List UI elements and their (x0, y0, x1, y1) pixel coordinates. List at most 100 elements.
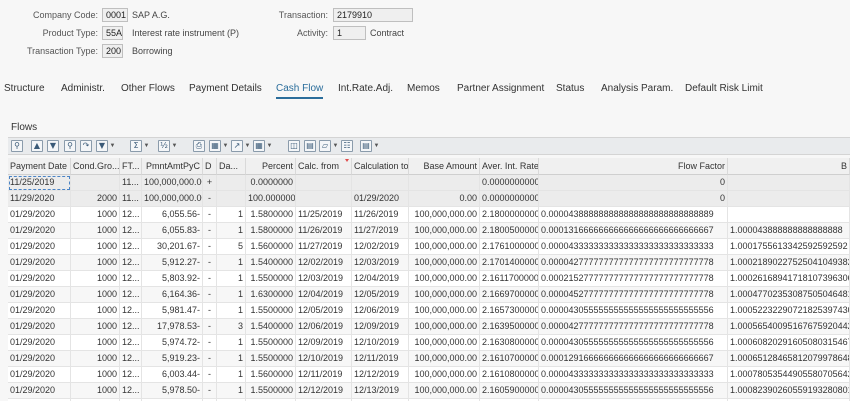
cell-flow-type[interactable]: 12... (120, 271, 142, 287)
tab-payment-details[interactable]: Payment Details (189, 83, 262, 94)
cell-pmnt-amt[interactable]: 30,201.67- (142, 239, 203, 255)
cell-percent[interactable]: 1.5500000 (246, 335, 296, 351)
cell-aver-int-rate[interactable]: 2.1610700000 (480, 351, 539, 367)
graphic-icon[interactable]: ▤ (304, 140, 316, 152)
cell-cond-group[interactable]: 1000 (71, 351, 120, 367)
cell-pmnt-amt[interactable]: 5,803.92- (142, 271, 203, 287)
cell-cond-group[interactable]: 1000 (71, 335, 120, 351)
cell-cond-group[interactable]: 1000 (71, 223, 120, 239)
cell-payment-date[interactable]: 01/29/2020 (8, 319, 71, 335)
table-row[interactable]: 01/29/2020 1000 12... 6,055.83- -1 1.5800000 1… (8, 223, 850, 239)
cell-flow-type[interactable]: 12... (120, 383, 142, 399)
cell-days[interactable]: 1 (217, 335, 246, 351)
table-row[interactable]: 01/29/2020 1000 12... 17,978.53- -3 1.5400000… (8, 319, 850, 335)
cell-calc-from[interactable]: 12/09/2019 (296, 335, 352, 351)
cell-calc-from[interactable]: 12/04/2019 (296, 287, 352, 303)
cell-percent[interactable]: 100.0000000 (246, 191, 296, 207)
cell-b[interactable] (728, 191, 850, 207)
cell-direction[interactable]: - (203, 207, 217, 223)
cell-days[interactable]: 1 (217, 271, 246, 287)
cell-flow-factor[interactable]: 0 (539, 175, 728, 191)
cell-percent[interactable]: 1.5500000 (246, 303, 296, 319)
col-aver-int-rate[interactable]: Aver. Int. Rate (480, 158, 539, 175)
cell-cond-group[interactable]: 1000 (71, 271, 120, 287)
cell-flow-factor[interactable]: 0.000042777777777777777777777777778 (539, 255, 728, 271)
col-pmnt-amt[interactable]: PmntAmtPyC (142, 158, 203, 175)
cell-base-amount[interactable]: 100,000,000.00 (409, 367, 480, 383)
cell-calc-from[interactable] (296, 175, 352, 191)
cell-flow-type[interactable]: 12... (120, 319, 142, 335)
cell-payment-date[interactable]: 01/29/2020 (8, 383, 71, 399)
cell-b[interactable]: 1.000780535449055807056427 (728, 367, 850, 383)
product-type-field[interactable]: 55A (102, 26, 123, 40)
export-dropdown-icon[interactable]: ▼ (244, 141, 251, 151)
cell-calc-to[interactable]: 12/05/2019 (352, 287, 409, 303)
cell-payment-date[interactable]: 01/29/2020 (8, 287, 71, 303)
cell-cond-group[interactable]: 1000 (71, 255, 120, 271)
cell-b[interactable]: 1.000565400951676759204426 (728, 319, 850, 335)
cell-base-amount[interactable]: 100,000,000.00 (409, 351, 480, 367)
cell-payment-date[interactable]: 11/29/2020 (8, 191, 71, 207)
cell-calc-to[interactable]: 11/27/2019 (352, 223, 409, 239)
cell-aver-int-rate[interactable]: 2.1630800000 (480, 335, 539, 351)
table-row[interactable]: 01/29/2020 1000 12... 5,919.23- -1 1.5500000 1… (8, 351, 850, 367)
table-row[interactable]: 01/29/2020 1000 12... 6,003.44- -1 1.5600000 1… (8, 367, 850, 383)
col-flow-type[interactable]: FT... (120, 158, 142, 175)
cell-flow-factor[interactable]: 0 (539, 191, 728, 207)
cell-b[interactable]: 1.000218902275250410493827 (728, 255, 850, 271)
cell-calc-from[interactable]: 12/05/2019 (296, 303, 352, 319)
cell-days[interactable]: 1 (217, 287, 246, 303)
print-icon[interactable]: ⎙ (193, 140, 205, 152)
cell-percent[interactable]: 1.5500000 (246, 383, 296, 399)
cell-percent[interactable]: 1.5400000 (246, 255, 296, 271)
cell-payment-date[interactable]: 01/29/2020 (8, 271, 71, 287)
details-icon[interactable]: ⚲ (11, 140, 23, 152)
cell-aver-int-rate[interactable]: 0.0000000000 (480, 175, 539, 191)
table-row[interactable]: 01/29/2020 1000 12... 5,803.92- -1 1.5500000 1… (8, 271, 850, 287)
cell-calc-from[interactable]: 12/06/2019 (296, 319, 352, 335)
tab-status[interactable]: Status (556, 83, 584, 94)
columns-icon[interactable]: ◫ (288, 140, 300, 152)
col-b[interactable]: B (728, 158, 850, 175)
cell-b[interactable]: 1.000823902605591932808019 (728, 383, 850, 399)
table-row[interactable]: 01/29/2020 1000 12... 6,055.56- -1 1.5800000 1… (8, 207, 850, 223)
cell-direction[interactable]: - (203, 383, 217, 399)
tab-memos[interactable]: Memos (407, 83, 440, 94)
cell-payment-date[interactable]: 01/29/2020 (8, 223, 71, 239)
cell-flow-type[interactable]: 12... (120, 351, 142, 367)
cell-flow-factor[interactable]: 0.000215277777777777777777777777778 (539, 271, 728, 287)
cell-b[interactable]: 1.000608202916050803154678 (728, 335, 850, 351)
table-row[interactable]: 11/25/2019 11... 100,000,000.00 +0.0000000 0… (8, 175, 850, 191)
cell-aver-int-rate[interactable]: 2.1639500000 (480, 319, 539, 335)
find-icon[interactable]: ⚲ (64, 140, 76, 152)
cell-b[interactable]: 1.000522322907218253974305 (728, 303, 850, 319)
settings-dropdown-icon[interactable]: ▼ (373, 141, 380, 151)
cell-payment-date[interactable]: 01/29/2020 (8, 207, 71, 223)
cell-aver-int-rate[interactable]: 2.1610800000 (480, 367, 539, 383)
table-row[interactable]: 01/29/2020 1000 12... 6,164.36- -1 1.6300000 1… (8, 287, 850, 303)
cell-calc-from[interactable] (296, 191, 352, 207)
cell-pmnt-amt[interactable]: 100,000,000.00 (142, 175, 203, 191)
cell-flow-factor[interactable]: 0.000043333333333333333333333333333 (539, 239, 728, 255)
cell-payment-date[interactable]: 01/29/2020 (8, 367, 71, 383)
cell-flow-factor[interactable]: 0.000043055555555555555555555555556 (539, 383, 728, 399)
views-icon[interactable]: ▦ (209, 140, 221, 152)
cell-calc-to[interactable]: 12/03/2019 (352, 255, 409, 271)
sort-ascending-icon[interactable]: ▲ (31, 140, 43, 152)
export-icon[interactable]: ↗ (231, 140, 243, 152)
table-row[interactable]: 01/29/2020 1000 12... 5,981.47- -1 1.5500000 1… (8, 303, 850, 319)
tab-cash-flow[interactable]: Cash Flow (276, 83, 324, 99)
cell-cond-group[interactable]: 1000 (71, 287, 120, 303)
cell-aver-int-rate[interactable]: 2.1761000000 (480, 239, 539, 255)
cell-base-amount[interactable]: 100,000,000.00 (409, 223, 480, 239)
cell-percent[interactable]: 1.5800000 (246, 207, 296, 223)
cell-direction[interactable]: - (203, 351, 217, 367)
cell-direction[interactable]: - (203, 239, 217, 255)
filter-dropdown-icon[interactable]: ▼ (109, 141, 116, 151)
table-row[interactable]: 11/29/2020200011...100,000,000.00-- 100.0… (8, 191, 850, 207)
subtotal-dropdown-icon[interactable]: ▼ (171, 141, 178, 151)
cell-base-amount[interactable] (409, 175, 480, 191)
cell-aver-int-rate[interactable]: 2.1611700000 (480, 271, 539, 287)
activity-field[interactable]: 1 (333, 26, 366, 40)
col-days[interactable]: Da... (217, 158, 246, 175)
